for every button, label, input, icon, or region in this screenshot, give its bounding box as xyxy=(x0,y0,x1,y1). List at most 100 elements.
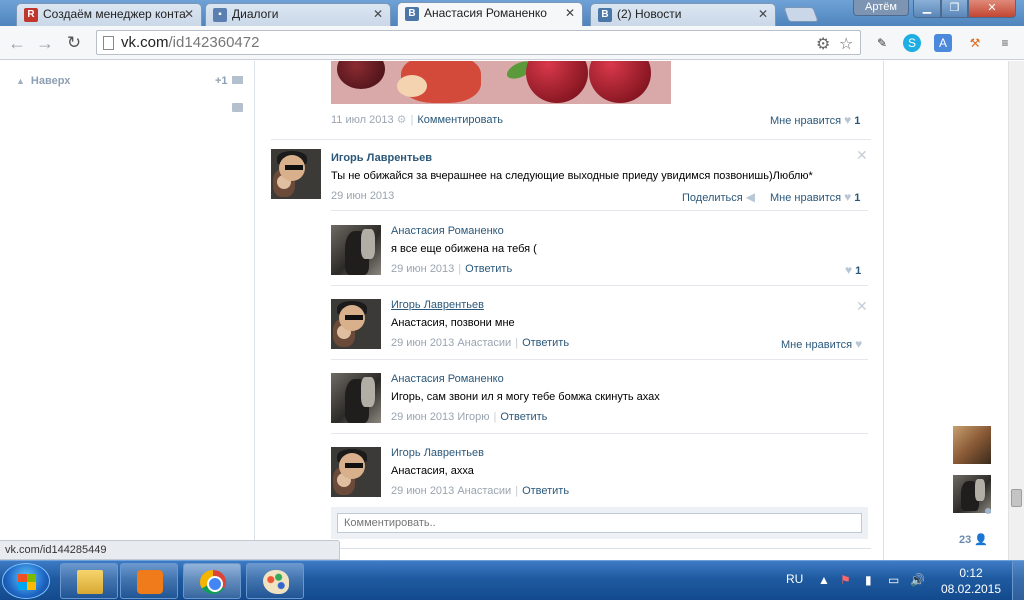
tab-title: Анастасия Романенко xyxy=(424,6,547,20)
reply-link[interactable]: Ответить xyxy=(522,485,569,497)
close-window-button[interactable]: ✕ xyxy=(968,0,1016,18)
friends-online-count[interactable]: 23 👤 xyxy=(959,533,988,546)
show-desktop-button[interactable] xyxy=(1012,561,1024,600)
wrench-extension-icon[interactable]: ⚒ xyxy=(966,34,984,52)
avatar[interactable] xyxy=(331,299,381,349)
taskbar-explorer[interactable] xyxy=(60,563,118,599)
reply-author[interactable]: Анастасия Романенко xyxy=(391,225,504,237)
page-action-gear-icon[interactable]: ⚙ xyxy=(816,34,830,54)
reply-author[interactable]: Игорь Лаврентьев xyxy=(391,447,484,459)
forward-button[interactable]: → xyxy=(34,32,56,54)
reply-like-button[interactable]: Мне нравится ♥ xyxy=(781,337,865,351)
reply-author[interactable]: Анастасия Романенко xyxy=(391,373,504,385)
post-like-button[interactable]: Мне нравится ♥ 1 xyxy=(770,113,860,127)
cherry-shape xyxy=(526,61,588,103)
avatar[interactable] xyxy=(331,373,381,423)
network-error-icon[interactable]: ⚑ xyxy=(840,573,851,587)
reply-date[interactable]: 29 июн 2013 Анастасии xyxy=(391,337,511,349)
tab-title: (2) Новости xyxy=(617,7,682,21)
mail-icon[interactable] xyxy=(232,76,243,84)
avatar[interactable] xyxy=(331,225,381,275)
back-button[interactable]: ← xyxy=(6,32,28,54)
delete-reply-icon[interactable]: ✕ xyxy=(856,298,868,315)
language-indicator[interactable]: RU xyxy=(786,572,803,586)
post-image[interactable] xyxy=(331,61,671,104)
scrollbar-thumb[interactable] xyxy=(1011,489,1022,507)
like-count: 1 xyxy=(854,192,861,204)
reply-date[interactable]: 29 июн 2013 xyxy=(391,263,454,275)
post-date[interactable]: 11 июл 2013 xyxy=(331,114,394,126)
battery-icon[interactable]: ▮ xyxy=(865,573,872,587)
comment-box xyxy=(331,507,868,539)
close-tab-icon[interactable]: ✕ xyxy=(758,4,768,25)
reply-date[interactable]: 29 июн 2013 Анастасии xyxy=(391,485,511,497)
minimize-window-button[interactable]: ▁ xyxy=(913,0,941,18)
settings-gear-icon[interactable]: ⚙ xyxy=(397,114,407,126)
reply-meta: 29 июн 2013 | Ответить xyxy=(391,263,513,275)
clock-date: 08.02.2015 xyxy=(940,582,1002,596)
address-bar[interactable]: vk.com/id142360472 ⚙ ☆ xyxy=(96,30,861,55)
post-like-button[interactable]: Мне нравится ♥ 1 xyxy=(770,190,860,204)
close-tab-icon[interactable]: ✕ xyxy=(373,4,383,25)
close-tab-icon[interactable]: ✕ xyxy=(565,3,575,24)
online-indicator-icon xyxy=(985,508,991,514)
divider xyxy=(331,210,868,211)
divider xyxy=(271,139,871,140)
hand-shape xyxy=(397,75,427,97)
system-clock[interactable]: 0:12 08.02.2015 xyxy=(940,565,1002,597)
reply-author[interactable]: Игорь Лаврентьев xyxy=(391,299,484,311)
reply-like-button[interactable]: ♥ 1 xyxy=(842,263,861,277)
tab-title: Создаём менеджер конта xyxy=(43,7,186,21)
translate-extension-icon[interactable]: A xyxy=(934,34,952,52)
post-date[interactable]: 29 июн 2013 xyxy=(331,190,394,202)
friend-avatar[interactable] xyxy=(953,426,991,464)
reply-link[interactable]: Ответить xyxy=(500,411,547,423)
reply-link[interactable]: Ответить xyxy=(465,263,512,275)
maximize-window-button[interactable]: ❐ xyxy=(941,0,968,18)
tab-news[interactable]: B (2) Новости ✕ xyxy=(590,3,776,27)
eyedropper-extension-icon[interactable]: ✎ xyxy=(873,34,891,52)
avatar[interactable] xyxy=(271,149,321,199)
reply-link[interactable]: Ответить xyxy=(522,337,569,349)
reply-date[interactable]: 29 июн 2013 Игорю xyxy=(391,411,490,423)
notification-count[interactable]: +1 xyxy=(215,75,228,87)
go-up-link[interactable]: ▲ Наверх xyxy=(16,75,70,87)
taskbar-media-player[interactable] xyxy=(120,563,178,599)
delete-post-icon[interactable]: ✕ xyxy=(856,147,868,164)
share-button[interactable]: Поделиться ◀ xyxy=(682,190,758,204)
reply-meta: 29 июн 2013 Анастасии | Ответить xyxy=(391,337,570,349)
vk-favicon-icon: B xyxy=(405,7,419,21)
start-button[interactable] xyxy=(2,563,50,599)
share-label: Поделиться xyxy=(682,192,743,204)
post-author[interactable]: Игорь Лаврентьев xyxy=(331,152,432,164)
media-player-icon xyxy=(137,570,163,594)
menu-icon[interactable]: ≡ xyxy=(996,34,1014,52)
volume-icon[interactable]: 🔊 xyxy=(910,573,925,587)
taskbar-paint[interactable] xyxy=(246,563,304,599)
friend-avatar[interactable] xyxy=(953,475,991,513)
tab-anastasia-profile[interactable]: B Анастасия Романенко ✕ xyxy=(397,2,583,27)
taskbar-chrome[interactable] xyxy=(183,563,241,599)
tray-arrow-icon[interactable]: ▲ xyxy=(818,573,830,587)
close-tab-icon[interactable]: ✕ xyxy=(184,4,194,25)
page-scrollbar[interactable] xyxy=(1008,61,1024,560)
profile-user-badge[interactable]: Артём xyxy=(853,0,909,16)
bookmark-star-icon[interactable]: ☆ xyxy=(839,34,853,54)
tab-dialogs[interactable]: ▪ Диалоги ✕ xyxy=(205,3,391,27)
heart-icon: ♥ xyxy=(844,190,852,204)
new-tab-button[interactable] xyxy=(783,7,819,22)
comment-link[interactable]: Комментировать xyxy=(417,114,503,126)
tab-content-manager[interactable]: R Создаём менеджер конта ✕ xyxy=(16,3,202,27)
post-meta: 11 июл 2013 ⚙ | Комментировать xyxy=(331,114,504,126)
chat-icon[interactable] xyxy=(232,103,243,112)
comment-input[interactable] xyxy=(337,513,862,533)
reply-text: я все еще обижена на тебя ( xyxy=(391,243,537,255)
chocolate-shape xyxy=(337,61,385,89)
avatar[interactable] xyxy=(331,447,381,497)
reload-button[interactable]: ↻ xyxy=(63,32,85,54)
display-icon[interactable]: ▭ xyxy=(888,573,899,587)
column-divider xyxy=(883,61,884,560)
url-text[interactable]: vk.com/id142360472 xyxy=(121,34,259,51)
skype-extension-icon[interactable]: S xyxy=(903,34,921,52)
vk-page: ▲ Наверх +1 11 июл 2013 ⚙ | Комментировать … xyxy=(0,61,1024,560)
